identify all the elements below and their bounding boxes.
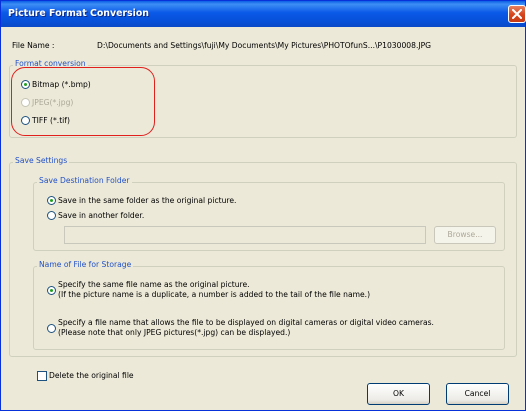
folder-path-field xyxy=(64,226,426,244)
save-settings-label: Save Settings xyxy=(13,156,70,165)
cancel-button[interactable]: Cancel xyxy=(446,383,509,405)
same-file-name-line2[interactable]: (If the picture name is a duplicate, a n… xyxy=(58,290,370,299)
file-name-storage-label: Name of File for Storage xyxy=(37,260,134,269)
browse-button-label: Browse... xyxy=(447,230,483,239)
picture-format-conversion-dialog: Picture Format Conversion File Name : D:… xyxy=(0,0,526,411)
save-destination-label: Save Destination Folder xyxy=(37,176,132,185)
same-file-name-radio[interactable] xyxy=(47,286,56,295)
browse-button: Browse... xyxy=(434,226,496,244)
camera-file-name-line2[interactable]: (Please note that only JPEG pictures(*.j… xyxy=(58,328,290,337)
same-file-name-line1[interactable]: Specify the same file name as the origin… xyxy=(58,280,250,289)
camera-file-name-line1[interactable]: Specify a file name that allows the file… xyxy=(58,318,434,327)
title-bar: Picture Format Conversion xyxy=(1,1,526,27)
close-button[interactable] xyxy=(508,5,526,23)
another-folder-radio[interactable] xyxy=(47,211,56,220)
ok-button-label: OK xyxy=(393,389,404,398)
highlight-annotation xyxy=(11,67,155,136)
window-title: Picture Format Conversion xyxy=(8,8,149,19)
delete-original-label[interactable]: Delete the original file xyxy=(49,371,134,380)
another-folder-radio-label[interactable]: Save in another folder. xyxy=(58,211,144,220)
cancel-button-label: Cancel xyxy=(464,389,491,398)
delete-original-checkbox[interactable] xyxy=(37,371,47,381)
same-folder-radio-label[interactable]: Save in the same folder as the original … xyxy=(58,196,236,205)
ok-button[interactable]: OK xyxy=(367,383,430,405)
close-icon xyxy=(512,9,522,19)
camera-file-name-radio[interactable] xyxy=(47,324,56,333)
file-name-value: D:\Documents and Settings\fuji\My Docume… xyxy=(97,41,432,50)
file-name-storage-group xyxy=(33,266,505,350)
same-folder-radio[interactable] xyxy=(47,196,56,205)
file-name-label: File Name : xyxy=(12,41,55,50)
